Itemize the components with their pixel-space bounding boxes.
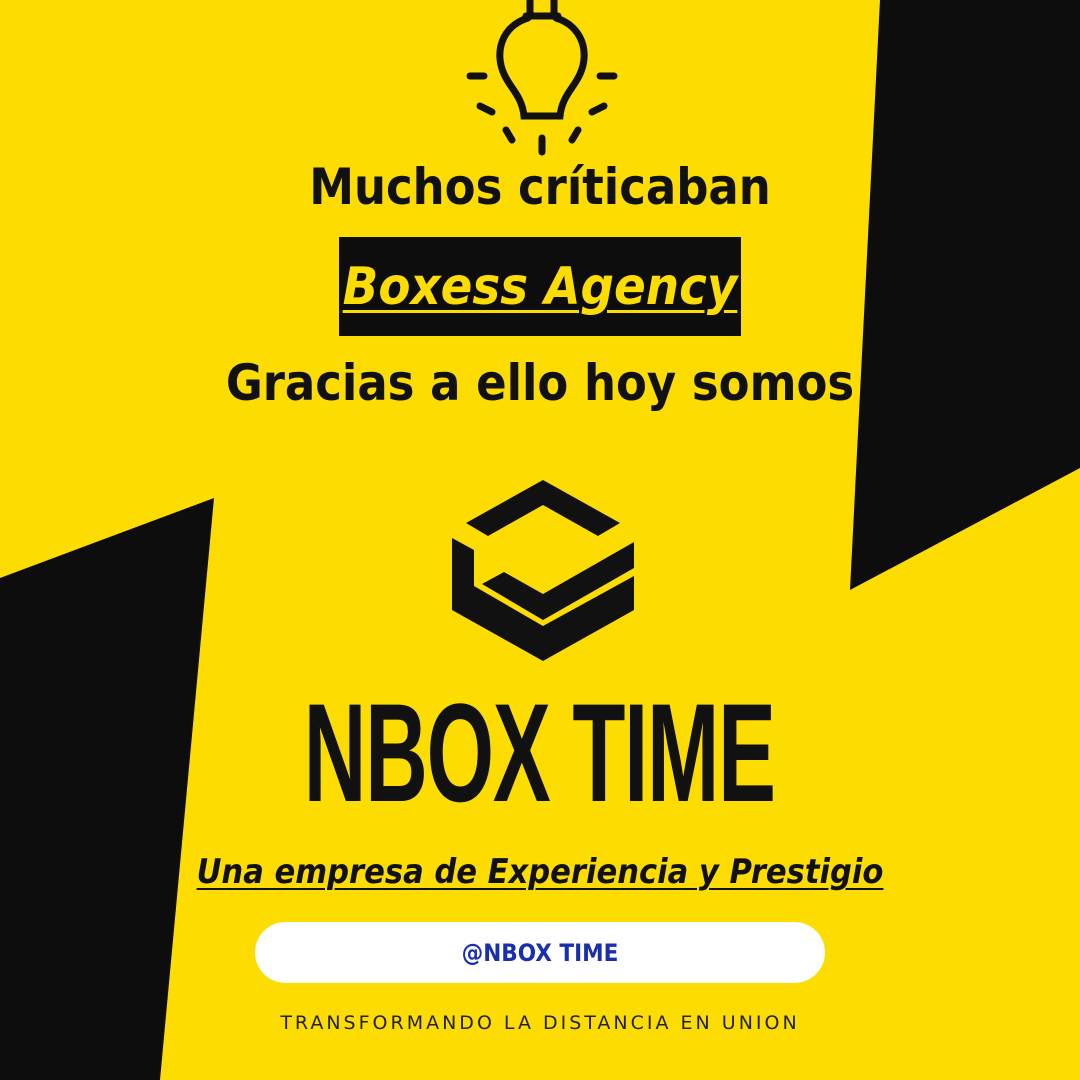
headline-top: Muchos críticaban	[309, 158, 771, 216]
logo-top-chevron	[466, 480, 620, 536]
social-handle-button[interactable]: @NBOX TIME	[255, 922, 825, 983]
agency-highlight-box: Boxess Agency	[339, 237, 741, 336]
nbox-stacked-box-icon	[452, 480, 634, 661]
bottom-left-black-shape	[0, 498, 214, 1080]
headline-bottom: Gracias a ello hoy somos	[225, 354, 855, 412]
lightbulb-icon	[466, 0, 618, 156]
footer-slogan: TRANSFORMANDO LA DISTANCIA EN UNION	[280, 1012, 800, 1034]
social-handle: @NBOX TIME	[461, 938, 619, 967]
agency-name: Boxess Agency	[342, 256, 738, 317]
tagline: Una empresa de Experiencia y Prestigio	[196, 852, 884, 892]
brand-name: NBOX TIME	[303, 674, 776, 831]
top-right-black-shape	[850, 0, 1080, 590]
